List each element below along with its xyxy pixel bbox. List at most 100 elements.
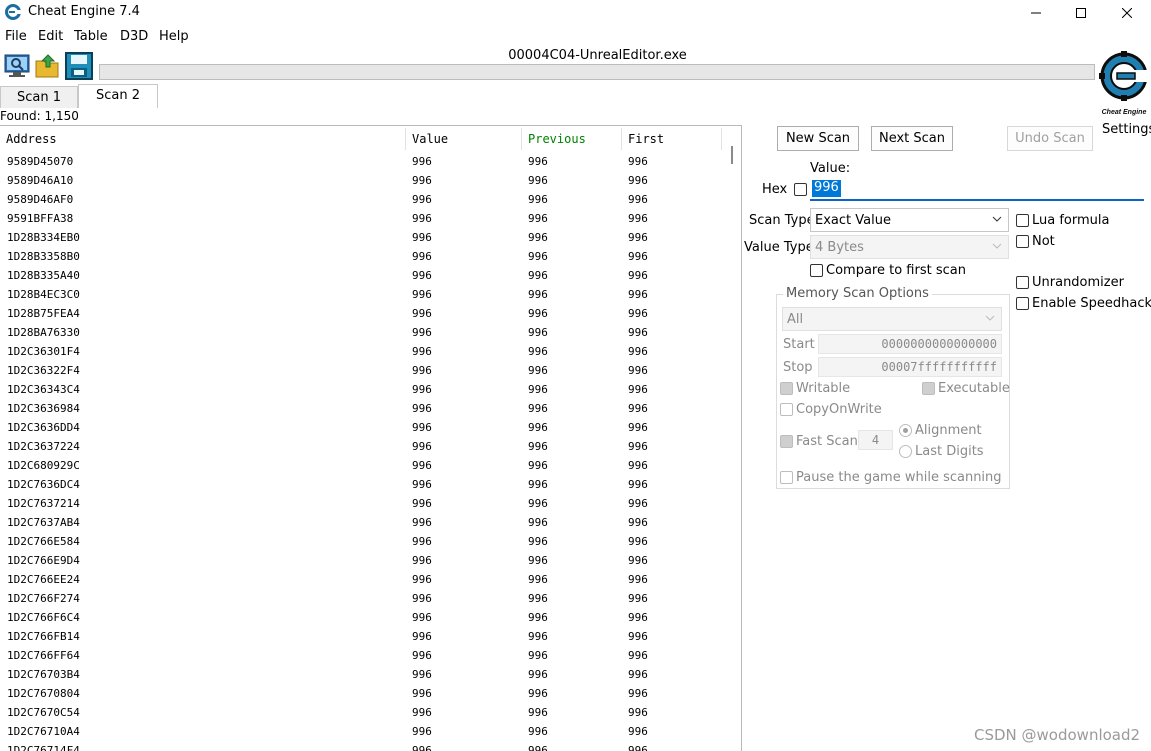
address-cell: 1D2C36322F4: [7, 364, 80, 377]
menu-file[interactable]: File: [5, 29, 27, 44]
table-row[interactable]: 1D2C766F274 996 996 996: [0, 589, 722, 608]
open-process-icon[interactable]: [3, 52, 31, 80]
cheat-engine-logo[interactable]: Cheat Engine: [1098, 46, 1150, 118]
table-row[interactable]: 1D2C680929C 996 996 996: [0, 456, 722, 475]
pause-game-checkbox[interactable]: [780, 471, 793, 484]
menu-d3d[interactable]: D3D: [120, 29, 148, 44]
value-cell: 996: [412, 155, 432, 168]
table-row[interactable]: 9589D45070 996 996 996: [0, 152, 722, 171]
results-scrollbar[interactable]: [723, 126, 741, 751]
writable-checkbox[interactable]: [780, 382, 793, 395]
table-row[interactable]: 1D2C7636DC4 996 996 996: [0, 475, 722, 494]
start-address-field[interactable]: 0000000000000000: [818, 334, 1002, 354]
value-cell: 996: [412, 440, 432, 453]
speedhack-checkbox[interactable]: [1016, 297, 1029, 310]
next-scan-button[interactable]: Next Scan: [871, 126, 953, 151]
copy-on-write-checkbox[interactable]: [780, 403, 793, 416]
undo-scan-button[interactable]: Undo Scan: [1007, 126, 1093, 151]
first-cell: 996: [628, 497, 648, 510]
previous-cell: 996: [528, 744, 548, 751]
column-header-previous[interactable]: Previous: [522, 128, 622, 150]
compare-first-label: Compare to first scan: [826, 263, 966, 278]
table-row[interactable]: 1D2C766F6C4 996 996 996: [0, 608, 722, 627]
table-row[interactable]: 1D28B4EC3C0 996 996 996: [0, 285, 722, 304]
table-row[interactable]: 1D28B334EB0 996 996 996: [0, 228, 722, 247]
maximize-button[interactable]: [1058, 0, 1104, 26]
fast-scan-value[interactable]: 4: [858, 430, 893, 450]
value-type-select[interactable]: 4 Bytes: [810, 235, 1009, 259]
settings-label[interactable]: Settings: [1102, 122, 1151, 137]
table-row[interactable]: 1D28B3358B0 996 996 996: [0, 247, 722, 266]
address-cell: 1D28B334EB0: [7, 231, 80, 244]
table-row[interactable]: 1D2C7670804 996 996 996: [0, 684, 722, 703]
table-row[interactable]: 9589D46AF0 996 996 996: [0, 190, 722, 209]
table-row[interactable]: 1D2C766E584 996 996 996: [0, 532, 722, 551]
new-scan-button[interactable]: New Scan: [777, 126, 859, 151]
not-checkbox[interactable]: [1016, 235, 1029, 248]
tab-scan-1[interactable]: Scan 1: [0, 86, 78, 108]
scrollbar-thumb[interactable]: [731, 146, 733, 164]
column-header-address[interactable]: Address: [0, 128, 406, 150]
table-row[interactable]: 1D2C36301F4 996 996 996: [0, 342, 722, 361]
table-row[interactable]: 1D2C7670C54 996 996 996: [0, 703, 722, 722]
table-row[interactable]: 1D2C766FB14 996 996 996: [0, 627, 722, 646]
table-row[interactable]: 9589D46A10 996 996 996: [0, 171, 722, 190]
close-button[interactable]: [1104, 0, 1150, 26]
unrandomizer-checkbox[interactable]: [1016, 276, 1029, 289]
table-row[interactable]: 1D2C3636984 996 996 996: [0, 399, 722, 418]
table-row[interactable]: 1D2C766EE24 996 996 996: [0, 570, 722, 589]
fast-scan-checkbox[interactable]: [780, 435, 793, 448]
hex-checkbox[interactable]: [794, 183, 807, 196]
scan-type-select[interactable]: Exact Value: [810, 208, 1009, 232]
table-row[interactable]: 1D2C76703B4 996 996 996: [0, 665, 722, 684]
first-cell: 996: [628, 250, 648, 263]
menu-help[interactable]: Help: [159, 29, 189, 44]
address-cell: 1D2C7637214: [7, 497, 80, 510]
open-file-icon[interactable]: [34, 52, 62, 80]
menu-edit[interactable]: Edit: [38, 29, 63, 44]
first-cell: 996: [628, 383, 648, 396]
value-cell: 996: [412, 212, 432, 225]
alignment-radio[interactable]: [899, 424, 912, 437]
table-row[interactable]: 9591BFFA38 996 996 996: [0, 209, 722, 228]
found-count: Found: 1,150: [0, 109, 79, 123]
previous-cell: 996: [528, 573, 548, 586]
table-row[interactable]: 1D2C3637224 996 996 996: [0, 437, 722, 456]
minimize-button[interactable]: [1013, 0, 1059, 26]
window-title: Cheat Engine 7.4: [28, 4, 140, 19]
table-row[interactable]: 1D28BA76330 996 996 996: [0, 323, 722, 342]
table-row[interactable]: 1D2C766E9D4 996 996 996: [0, 551, 722, 570]
last-digits-label: Last Digits: [915, 444, 984, 459]
value-cell: 996: [412, 611, 432, 624]
table-row[interactable]: 1D2C76714F4 996 996 996: [0, 741, 722, 751]
column-header-value[interactable]: Value: [406, 128, 522, 150]
table-row[interactable]: 1D2C36343C4 996 996 996: [0, 380, 722, 399]
address-cell: 1D2C7636DC4: [7, 478, 80, 491]
address-cell: 1D2C3637224: [7, 440, 80, 453]
save-icon[interactable]: [65, 52, 93, 80]
compare-first-checkbox[interactable]: [810, 264, 823, 277]
results-list[interactable]: Address Value Previous First 9589D45070 9…: [0, 125, 742, 751]
address-cell: 1D2C36343C4: [7, 383, 80, 396]
table-row[interactable]: 1D2C3636DD4 996 996 996: [0, 418, 722, 437]
column-header-first[interactable]: First: [622, 128, 722, 150]
table-row[interactable]: 1D2C76710A4 996 996 996: [0, 722, 722, 741]
previous-cell: 996: [528, 497, 548, 510]
tab-scan-2[interactable]: Scan 2: [78, 84, 158, 108]
lua-formula-label: Lua formula: [1032, 213, 1110, 228]
table-row[interactable]: 1D28B75FEA4 996 996 996: [0, 304, 722, 323]
table-row[interactable]: 1D2C36322F4 996 996 996: [0, 361, 722, 380]
memory-region-select[interactable]: All: [782, 307, 1002, 331]
menu-table[interactable]: Table: [74, 29, 108, 44]
executable-checkbox[interactable]: [922, 382, 935, 395]
table-row[interactable]: 1D2C7637AB4 996 996 996: [0, 513, 722, 532]
stop-address-field[interactable]: 00007fffffffffff: [818, 357, 1002, 377]
value-input[interactable]: 996: [810, 178, 1144, 201]
value-cell: 996: [412, 497, 432, 510]
last-digits-radio[interactable]: [899, 445, 912, 458]
value-cell: 996: [412, 687, 432, 700]
table-row[interactable]: 1D28B335A40 996 996 996: [0, 266, 722, 285]
lua-formula-checkbox[interactable]: [1016, 214, 1029, 227]
table-row[interactable]: 1D2C766FF64 996 996 996: [0, 646, 722, 665]
table-row[interactable]: 1D2C7637214 996 996 996: [0, 494, 722, 513]
